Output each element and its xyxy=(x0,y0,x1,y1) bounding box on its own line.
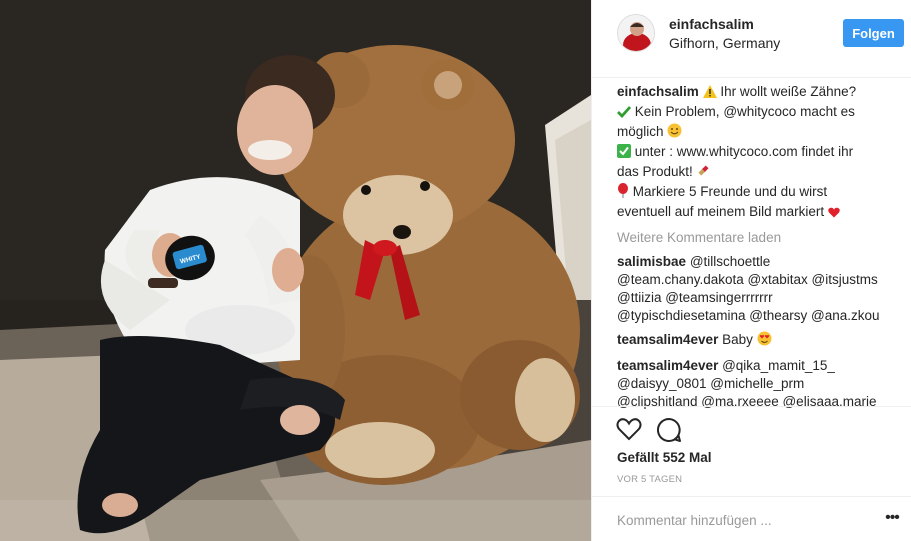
likes-count[interactable]: Gefällt 552 Mal xyxy=(617,450,712,465)
caption-mention-link[interactable]: @whitycoco xyxy=(723,104,796,119)
post-actions: Gefällt 552 Mal VOR 5 TAGEN xyxy=(592,406,911,506)
post-timestamp[interactable]: VOR 5 TAGEN xyxy=(617,474,682,485)
caption-line-3: möglich xyxy=(617,124,664,139)
comment: salimisbae @tillschoettle @team.chany.da… xyxy=(617,253,902,325)
caption-line-2-post: macht es xyxy=(800,104,855,119)
heart-icon[interactable] xyxy=(616,417,642,443)
comment-text[interactable]: @tillschoettle xyxy=(690,254,771,269)
more-options-icon[interactable]: ••• xyxy=(882,510,902,529)
follow-button[interactable]: Folgen xyxy=(843,19,904,47)
comments-section: einfachsalim Ihr wollt weiße Zähne? Kein… xyxy=(617,83,902,413)
load-more-comments-link[interactable]: Weitere Kommentare laden xyxy=(617,229,902,247)
caption: einfachsalim Ihr wollt weiße Zähne? Kein… xyxy=(617,83,902,223)
comment: teamsalim4ever Baby xyxy=(617,331,902,351)
balloon-icon xyxy=(617,183,629,203)
check-box-icon xyxy=(617,144,631,163)
caption-line-2-pre: Kein Problem, xyxy=(634,104,720,119)
warning-icon xyxy=(702,85,717,103)
comment: teamsalim4ever @qika_mamit_15_ @daisyy_0… xyxy=(617,357,902,411)
red-heart-icon xyxy=(828,205,840,223)
add-comment-bar: ••• xyxy=(592,496,911,541)
speech-bubble-icon[interactable] xyxy=(656,417,682,443)
comment-text[interactable]: @team.chany.dakota @xtabitax @itsjustms xyxy=(617,271,902,289)
post-header: einfachsalim Gifhorn, Germany Folgen xyxy=(592,0,911,78)
comment-text: Baby xyxy=(722,332,753,347)
heart-eyes-emoji-icon xyxy=(757,331,772,351)
comment-text[interactable]: @typischdiesetamina @thearsy @ana.zkou xyxy=(617,307,902,325)
lipstick-icon xyxy=(697,164,711,183)
comment-text[interactable]: @qika_mamit_15_ xyxy=(722,358,835,373)
caption-line-4: unter : www.whitycoco.com findet ihr xyxy=(634,144,854,159)
comment-username[interactable]: teamsalim4ever xyxy=(617,332,718,347)
comment-text[interactable]: @ttiizia @teamsingerrrrrrr xyxy=(617,289,902,307)
post-image: WHITY xyxy=(0,0,591,541)
comment-text[interactable]: @daisyy_0801 @michelle_prm xyxy=(617,375,902,393)
caption-line-7: eventuell auf meinem Bild markiert xyxy=(617,204,825,219)
caption-line-6: Markiere 5 Freunde und du wirst xyxy=(632,184,828,199)
caption-username[interactable]: einfachsalim xyxy=(617,84,699,99)
checkmark-icon xyxy=(617,105,632,123)
smile-emoji-icon xyxy=(667,123,682,143)
comment-username[interactable]: salimisbae xyxy=(617,254,686,269)
comment-input[interactable] xyxy=(617,510,862,530)
caption-line-5: das Produkt! xyxy=(617,164,693,179)
post-side-panel: einfachsalim Gifhorn, Germany Folgen ein… xyxy=(591,0,911,541)
avatar[interactable] xyxy=(617,14,655,52)
caption-line-1: Ihr wollt weiße Zähne? xyxy=(720,84,857,99)
comment-username[interactable]: teamsalim4ever xyxy=(617,358,718,373)
post-photo[interactable]: WHITY xyxy=(0,0,591,541)
header-location[interactable]: Gifhorn, Germany xyxy=(669,35,780,51)
header-username[interactable]: einfachsalim xyxy=(669,16,754,32)
